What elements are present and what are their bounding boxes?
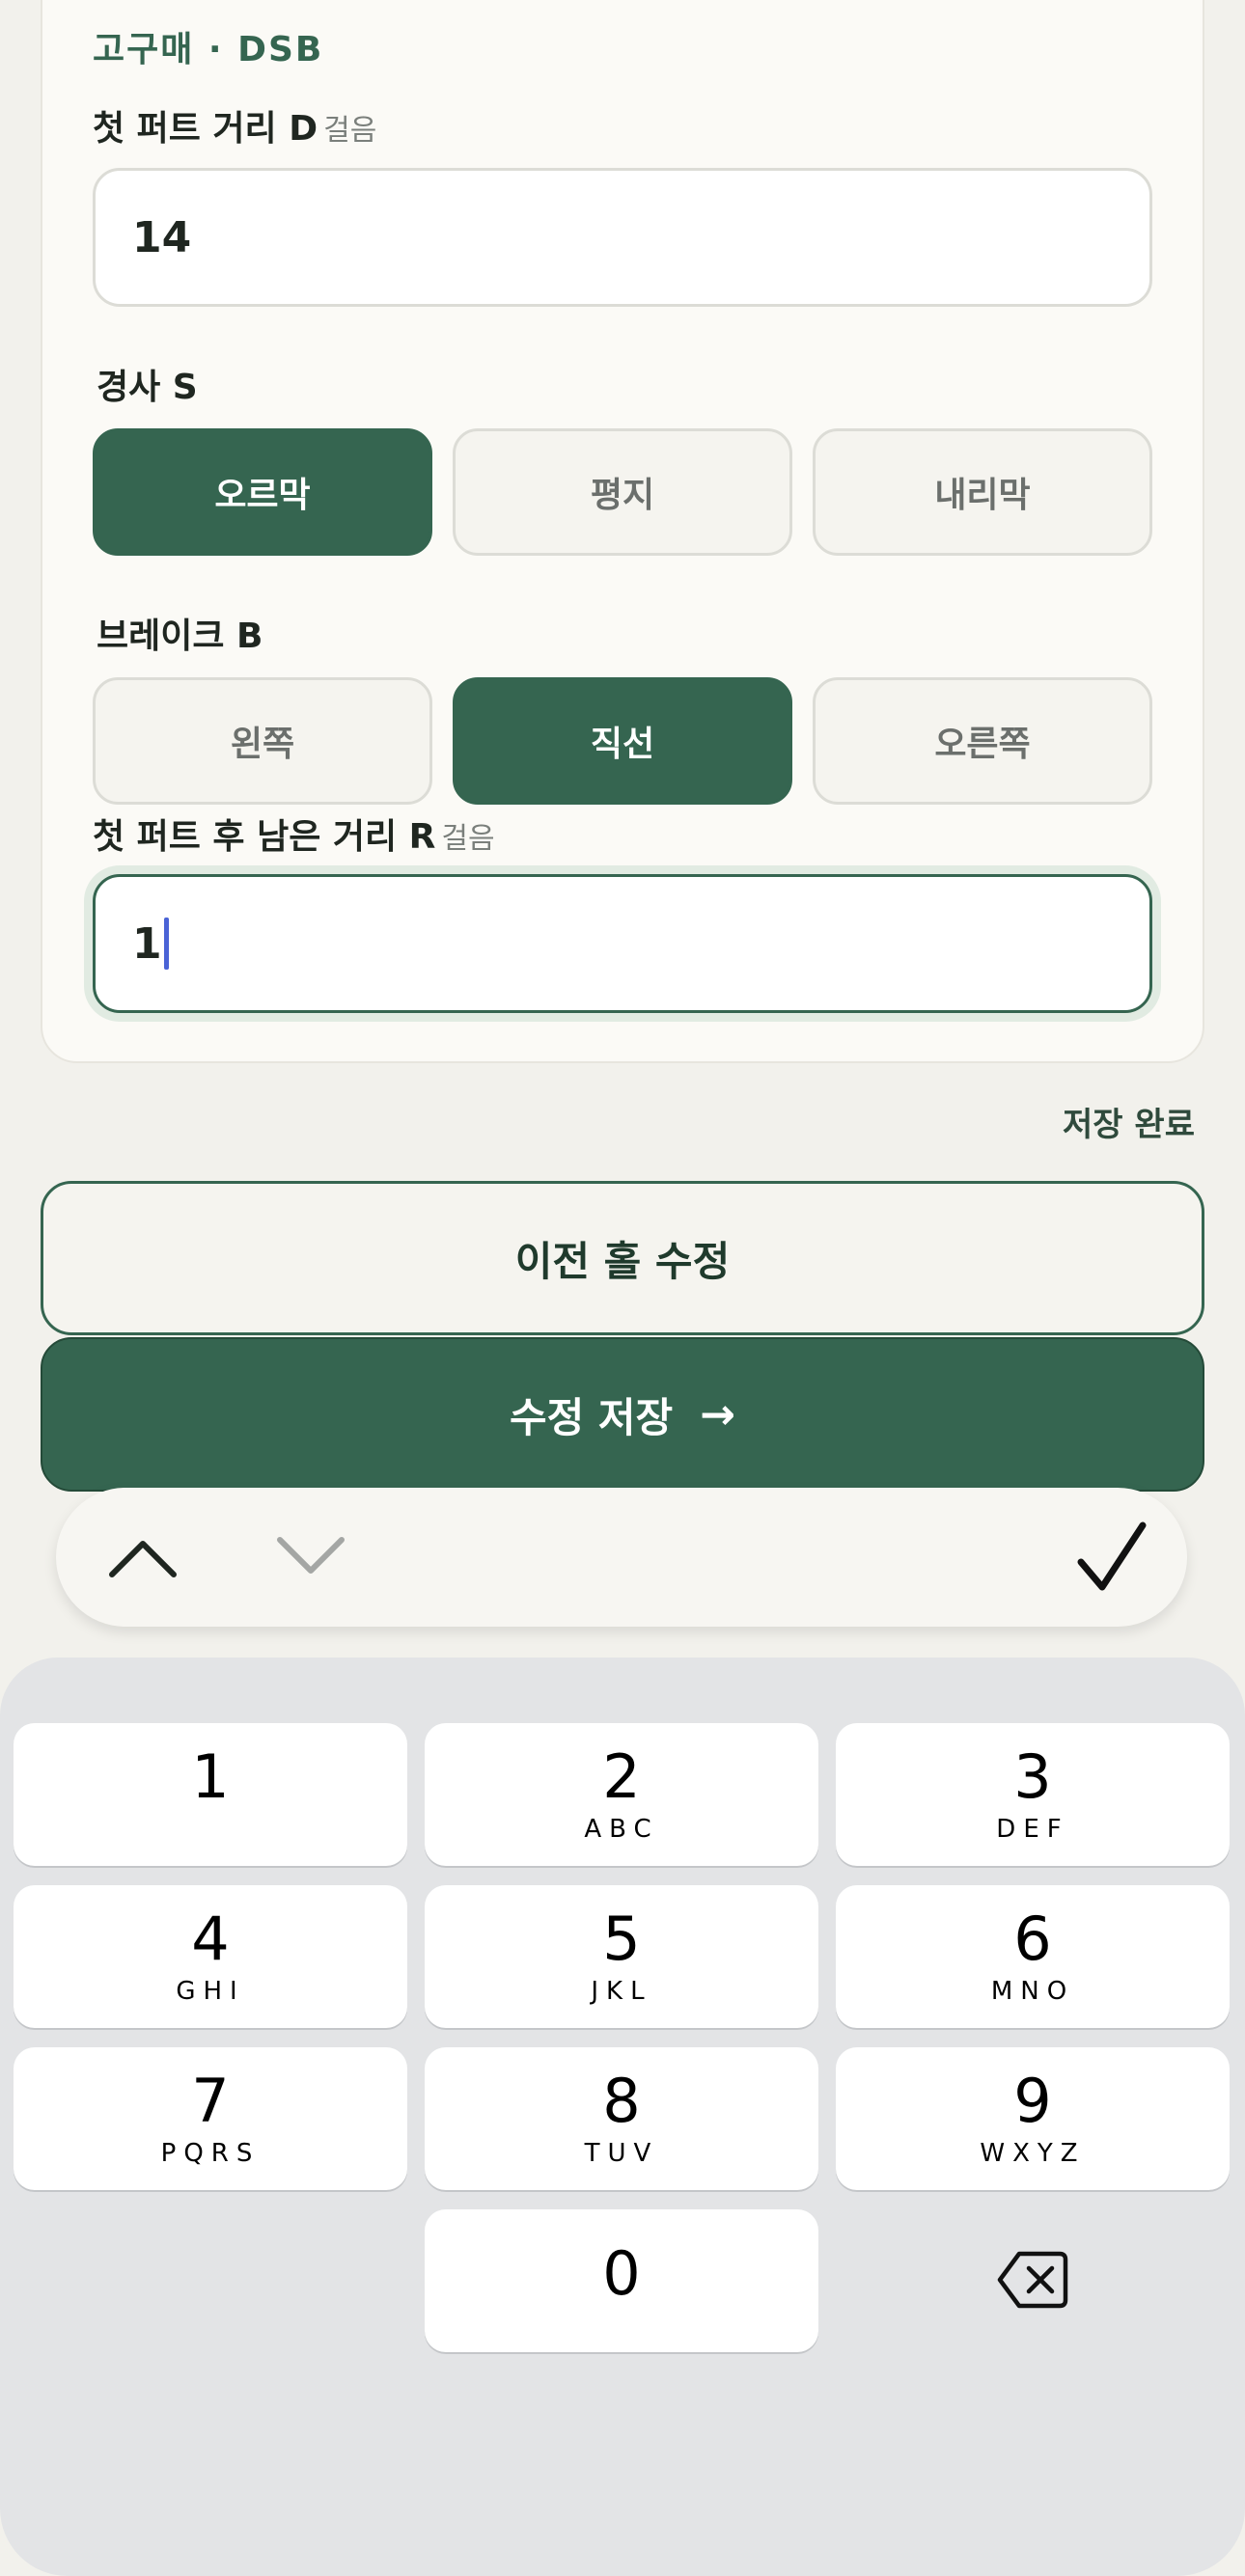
done-button[interactable] (1064, 1505, 1160, 1609)
text-caret (163, 918, 169, 970)
break-option-left[interactable]: 왼쪽 (93, 677, 432, 805)
key-letters: TUV (584, 2139, 659, 2168)
delete-key[interactable] (992, 2248, 1073, 2312)
save-edit-button[interactable]: 수정 저장 → (41, 1337, 1204, 1492)
distance-unit: 걸음 (323, 114, 377, 148)
backspace-icon (997, 2251, 1068, 2309)
remaining-unit: 걸음 (441, 822, 495, 856)
key-digit: 1 (191, 1741, 230, 1812)
remaining-label-text: 첫 퍼트 후 남은 거리 R (93, 817, 436, 857)
keyboard-accessory-bar (56, 1488, 1187, 1627)
save-edit-label: 수정 저장 (509, 1393, 674, 1441)
key-9[interactable]: 9 WXYZ (836, 2047, 1230, 2190)
key-letters: GHI (176, 1977, 245, 2006)
key-digit: 5 (602, 1904, 641, 1974)
key-7[interactable]: 7 PQRS (14, 2047, 407, 2190)
key-letters: ABC (584, 1815, 659, 1844)
break-option-straight[interactable]: 직선 (453, 677, 792, 805)
chevron-up-icon (109, 1541, 177, 1577)
key-digit: 2 (602, 1741, 641, 1812)
checkmark-icon (1077, 1521, 1147, 1591)
key-letters: JKL (591, 1977, 652, 2006)
previous-field-button[interactable] (95, 1509, 191, 1605)
key-4[interactable]: 4 GHI (14, 1885, 407, 2028)
key-digit: 0 (602, 2238, 641, 2309)
slope-option-flat[interactable]: 평지 (453, 428, 792, 556)
slope-option-uphill[interactable]: 오르막 (93, 428, 432, 556)
edit-previous-hole-label: 이전 홀 수정 (514, 1237, 731, 1285)
key-5[interactable]: 5 JKL (425, 1885, 818, 2028)
key-6[interactable]: 6 MNO (836, 1885, 1230, 2028)
key-digit: 9 (1013, 2066, 1052, 2136)
key-digit: 4 (191, 1904, 230, 1974)
key-8[interactable]: 8 TUV (425, 2047, 818, 2190)
key-1[interactable]: 1 (14, 1723, 407, 1866)
key-letters: MNO (990, 1977, 1075, 2006)
remaining-field-label: 첫 퍼트 후 남은 거리 R 걸음 (93, 808, 495, 859)
distance-field-label: 첫 퍼트 거리 D 걸음 (93, 100, 376, 151)
key-0[interactable]: 0 (425, 2209, 818, 2352)
distance-input-value: 14 (132, 212, 192, 262)
edit-previous-hole-button[interactable]: 이전 홀 수정 (41, 1181, 1204, 1335)
section-title: 고구매 · DSB (93, 30, 324, 69)
key-letters: DEF (996, 1815, 1069, 1844)
key-2[interactable]: 2 ABC (425, 1723, 818, 1866)
chevron-down-icon (277, 1537, 345, 1574)
distance-label-text: 첫 퍼트 거리 D (93, 109, 318, 149)
key-digit: 7 (191, 2066, 230, 2136)
save-status-text: 저장 완료 (1063, 1106, 1195, 1144)
arrow-right-icon: → (700, 1389, 736, 1439)
next-field-button[interactable] (263, 1509, 359, 1605)
key-digit: 6 (1013, 1904, 1052, 1974)
key-letters: WXYZ (980, 2139, 1086, 2168)
break-option-right[interactable]: 오른쪽 (813, 677, 1152, 805)
key-digit: 8 (602, 2066, 641, 2136)
key-3[interactable]: 3 DEF (836, 1723, 1230, 1866)
key-digit: 3 (1013, 1741, 1052, 1812)
remaining-input[interactable]: 1 (93, 874, 1152, 1013)
remaining-input-value: 1 (132, 918, 162, 969)
distance-input[interactable]: 14 (93, 168, 1152, 307)
key-letters: PQRS (160, 2139, 261, 2168)
slope-option-downhill[interactable]: 내리막 (813, 428, 1152, 556)
slope-field-label: 경사 S (97, 368, 198, 407)
break-field-label: 브레이크 B (97, 617, 263, 656)
